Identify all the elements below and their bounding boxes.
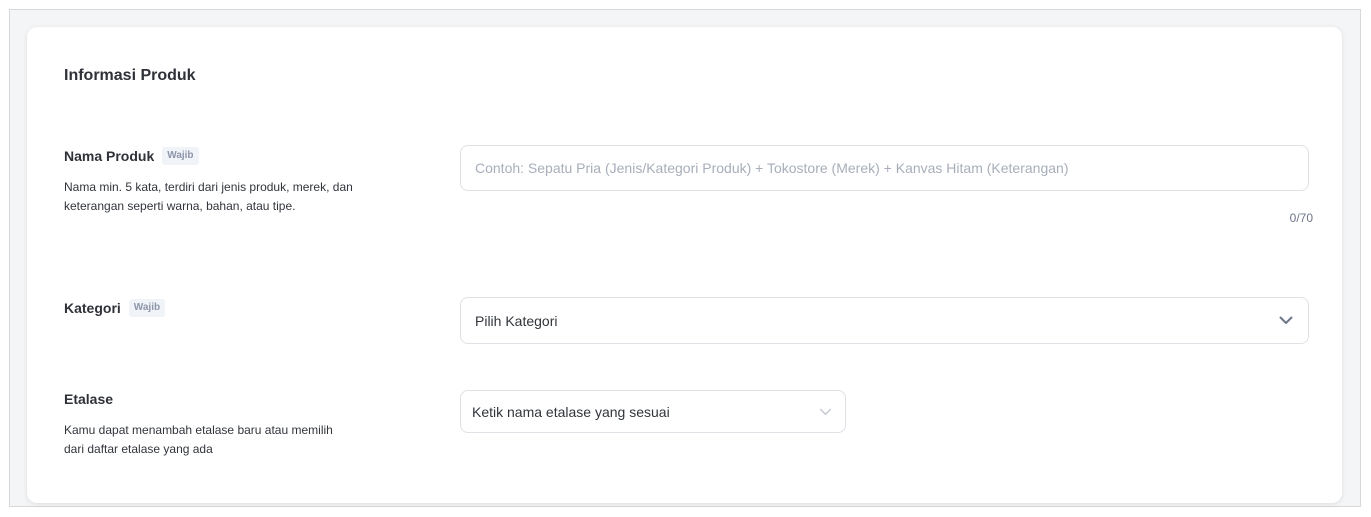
etalase-label-row: Etalase xyxy=(64,391,113,407)
nama-produk-label-row: Nama Produk Wajib xyxy=(64,147,199,165)
etalase-select[interactable]: Ketik nama etalase yang sesuai xyxy=(460,390,846,433)
nama-produk-input[interactable] xyxy=(475,160,1294,176)
etalase-description: Kamu dapat menambah etalase baru atau me… xyxy=(64,423,333,456)
section-title: Informasi Produk xyxy=(64,67,196,84)
etalase-label: Etalase xyxy=(64,391,114,407)
kategori-select[interactable]: Pilih Kategori xyxy=(460,297,1309,344)
product-info-card: Informasi Produk Nama Produk Wajib Nama … xyxy=(27,27,1342,503)
chevron-down-icon[interactable] xyxy=(1278,313,1294,329)
etalase-selected-value: Ketik nama etalase yang sesuai xyxy=(472,403,670,420)
kategori-required-badge: Wajib xyxy=(128,299,166,317)
nama-produk-field[interactable] xyxy=(460,145,1309,191)
kategori-label-row: Kategori Wajib xyxy=(64,299,166,317)
chevron-down-icon[interactable] xyxy=(817,404,833,420)
kategori-selected-value: Pilih Kategori xyxy=(475,312,558,329)
kategori-label: Kategori xyxy=(64,300,121,316)
nama-produk-description: Nama min. 5 kata, terdiri dari jenis pro… xyxy=(64,180,353,213)
nama-produk-required-badge: Wajib xyxy=(162,147,199,165)
nama-produk-char-counter: 0/70 xyxy=(1289,211,1313,225)
nama-produk-label: Nama Produk xyxy=(64,148,155,164)
page-frame: Informasi Produk Nama Produk Wajib Nama … xyxy=(9,9,1361,507)
